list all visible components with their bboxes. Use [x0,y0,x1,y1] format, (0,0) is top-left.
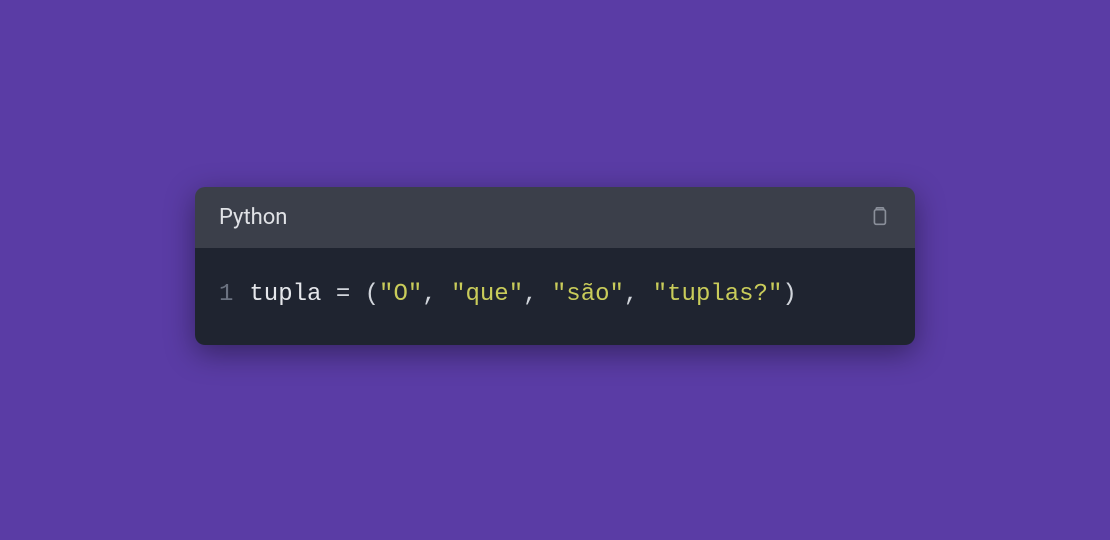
code-body: 1 tupla = ("O", "que", "são", "tuplas?") [195,248,915,346]
copy-button[interactable] [867,205,891,229]
token-string: "são" [552,281,624,308]
language-label: Python [219,205,287,230]
token-string: "tuplas?" [653,281,783,308]
code-line: tupla = ("O", "que", "são", "tuplas?") [249,278,796,312]
token-variable: tupla [249,281,321,308]
token-string: "que" [451,281,523,308]
code-header: Python [195,187,915,248]
token-comma: , [624,281,653,308]
token-paren: ( [365,281,379,308]
line-number: 1 [219,278,233,312]
token-space [350,281,364,308]
token-comma: , [523,281,552,308]
token-space [321,281,335,308]
token-comma: , [422,281,451,308]
token-operator: = [336,281,350,308]
clipboard-icon [868,206,890,228]
code-block: Python 1 tupla = ("O", "que", "são", "tu… [195,187,915,346]
token-paren: ) [782,281,796,308]
token-string: "O" [379,281,422,308]
